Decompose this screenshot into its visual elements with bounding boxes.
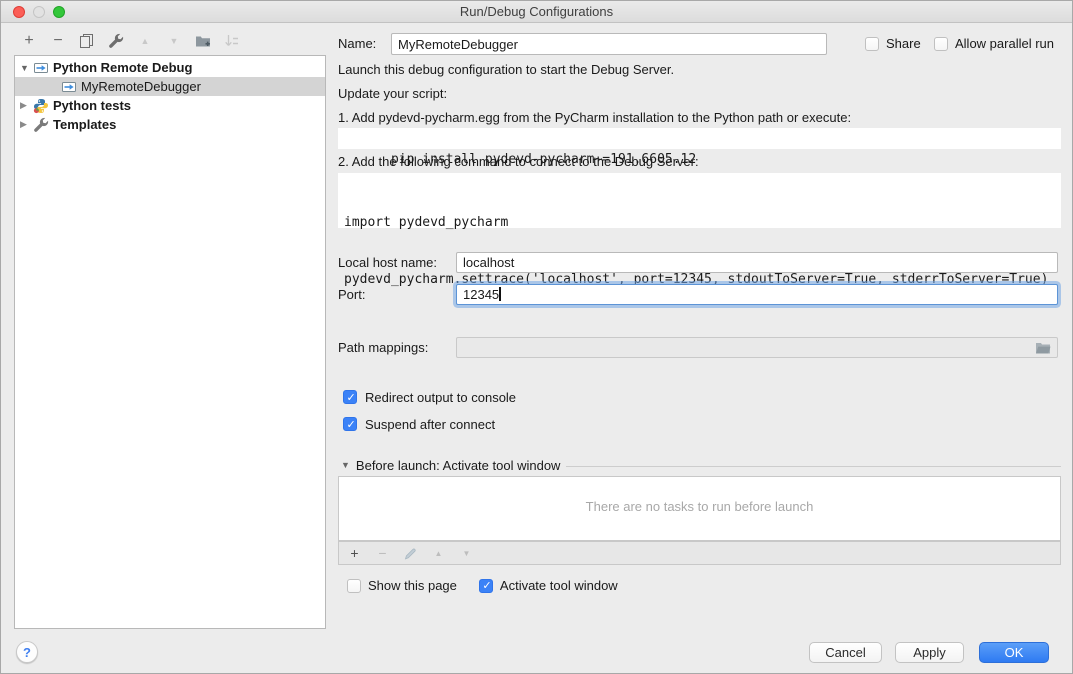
configurations-toolbar: + − ▲ ▼	[21, 32, 240, 50]
chevron-expanded-icon[interactable]: ▼	[20, 63, 31, 73]
chevron-collapsed-icon[interactable]: ▶	[20, 119, 31, 130]
tree-item-label: Templates	[53, 117, 116, 132]
pip-install-code-block: pip install pydevd-pycharm~=191.6605.12	[338, 128, 1061, 149]
before-launch-title: Before launch: Activate tool window	[356, 458, 561, 473]
update-script-text: Update your script:	[338, 86, 447, 102]
share-option: Share	[865, 36, 921, 51]
templates-wrench-icon	[33, 117, 49, 133]
redirect-output-option: Redirect output to console	[343, 389, 1061, 405]
allow-parallel-run-option: Allow parallel run	[934, 36, 1054, 51]
local-host-input[interactable]	[456, 252, 1058, 273]
sort-alphabetically-icon[interactable]	[224, 33, 240, 49]
before-launch-tasks-list[interactable]: There are no tasks to run before launch	[338, 476, 1061, 541]
path-mappings-label: Path mappings:	[338, 337, 428, 358]
remove-configuration-button[interactable]: −	[50, 33, 66, 49]
ok-button[interactable]: OK	[979, 642, 1049, 663]
move-up-button[interactable]: ▲	[137, 33, 153, 49]
cancel-button[interactable]: Cancel	[809, 642, 882, 663]
help-button[interactable]: ?	[16, 641, 38, 663]
zoom-window-button[interactable]	[53, 6, 65, 18]
settrace-code-block: import pydevd_pycharm pydevd_pycharm.set…	[338, 173, 1061, 228]
text-caret	[499, 287, 501, 301]
path-mappings-input[interactable]	[456, 337, 1058, 358]
remote-debug-icon	[33, 60, 49, 76]
port-row: Port: 12345	[338, 284, 1061, 305]
no-tasks-text: There are no tasks to run before launch	[586, 499, 814, 518]
local-host-label: Local host name:	[338, 252, 437, 273]
tree-item-label: Python tests	[53, 98, 131, 113]
name-label: Name:	[338, 33, 376, 55]
new-folder-icon[interactable]	[195, 33, 211, 49]
move-down-button[interactable]: ▼	[166, 33, 182, 49]
step1-text: 1. Add pydevd-pycharm.egg from the PyCha…	[338, 110, 851, 126]
allow-parallel-run-checkbox[interactable]	[934, 37, 948, 51]
window-controls	[13, 6, 65, 18]
move-task-up-button[interactable]: ▲	[432, 546, 445, 560]
copy-configuration-icon[interactable]	[79, 33, 95, 49]
apply-button[interactable]: Apply	[895, 642, 964, 663]
configuration-form: Name: Share Allow parallel run Launch th…	[338, 1, 1061, 629]
activate-tool-window-checkbox[interactable]	[479, 579, 493, 593]
before-launch-header[interactable]: ▼ Before launch: Activate tool window	[338, 457, 1061, 473]
tree-item-myremotedebugger-selected[interactable]: MyRemoteDebugger	[15, 77, 325, 96]
chevron-collapsed-icon[interactable]: ▶	[20, 100, 31, 111]
tree-item-label: Python Remote Debug	[53, 60, 192, 75]
show-this-page-label: Show this page	[368, 578, 457, 593]
browse-folder-icon[interactable]	[1035, 341, 1051, 354]
remove-task-button[interactable]: −	[376, 546, 389, 560]
edit-templates-wrench-icon[interactable]	[108, 33, 124, 49]
configurations-tree: ▼ Python Remote Debug MyRemoteDebugger	[14, 55, 326, 629]
activate-tool-window-option: Activate tool window	[479, 578, 618, 593]
add-configuration-button[interactable]: +	[21, 33, 37, 49]
tree-item-python-remote-debug[interactable]: ▼ Python Remote Debug	[15, 58, 325, 77]
code-line: import pydevd_pycharm	[344, 213, 1055, 232]
suspend-after-connect-option: Suspend after connect	[343, 416, 1061, 432]
page-options-row: Show this page Activate tool window	[347, 578, 1061, 593]
section-expanded-arrow-icon[interactable]: ▼	[341, 460, 350, 470]
edit-task-pencil-icon[interactable]	[404, 546, 417, 560]
port-input[interactable]: 12345	[456, 284, 1058, 305]
help-question-icon: ?	[23, 645, 31, 660]
move-task-down-button[interactable]: ▼	[460, 546, 473, 560]
port-label: Port:	[338, 284, 365, 305]
remote-debug-icon	[61, 79, 77, 95]
tree-item-label: MyRemoteDebugger	[81, 79, 201, 94]
suspend-after-connect-checkbox[interactable]	[343, 417, 357, 431]
show-this-page-option: Show this page	[347, 578, 457, 593]
share-checkbox[interactable]	[865, 37, 879, 51]
allow-parallel-run-label: Allow parallel run	[955, 36, 1054, 51]
local-host-row: Local host name:	[338, 252, 1061, 273]
add-task-button[interactable]: +	[348, 546, 361, 560]
python-tests-icon	[33, 98, 49, 114]
close-window-button[interactable]	[13, 6, 25, 18]
activate-tool-window-label: Activate tool window	[500, 578, 618, 593]
minimize-window-button[interactable]	[33, 6, 45, 18]
section-divider	[566, 466, 1061, 467]
before-launch-toolbar: + − ▲ ▼	[338, 541, 1061, 565]
run-debug-configurations-dialog: Run/Debug Configurations + − ▲ ▼	[0, 0, 1073, 674]
name-row: Name: Share Allow parallel run	[338, 33, 1061, 55]
intro-text: Launch this debug configuration to start…	[338, 62, 674, 78]
show-this-page-checkbox[interactable]	[347, 579, 361, 593]
redirect-output-checkbox[interactable]	[343, 390, 357, 404]
share-label: Share	[886, 36, 921, 51]
name-input[interactable]	[391, 33, 827, 55]
path-mappings-row: Path mappings:	[338, 337, 1061, 358]
port-value: 12345	[463, 287, 499, 302]
step2-text: 2. Add the following command to connect …	[338, 154, 699, 170]
redirect-output-label: Redirect output to console	[365, 390, 516, 405]
suspend-after-connect-label: Suspend after connect	[365, 417, 495, 432]
tree-item-templates[interactable]: ▶ Templates	[15, 115, 325, 134]
tree-item-python-tests[interactable]: ▶ Python tests	[15, 96, 325, 115]
